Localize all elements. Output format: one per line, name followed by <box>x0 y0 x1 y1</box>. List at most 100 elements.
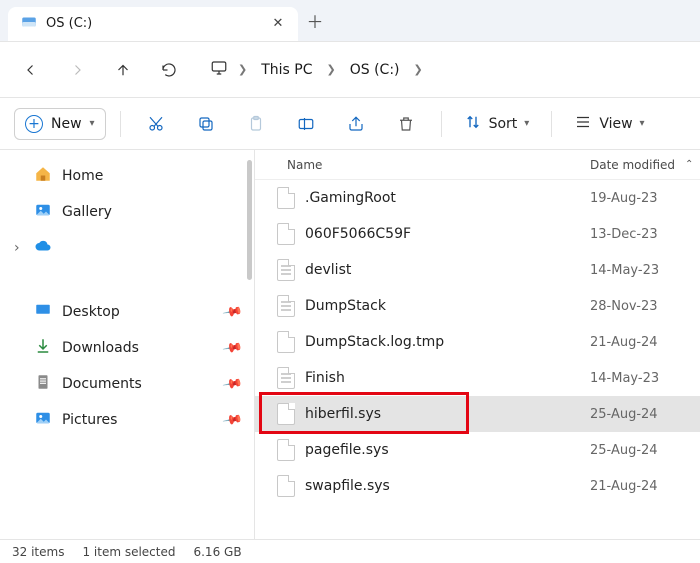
share-button[interactable] <box>335 106 377 142</box>
chevron-right-icon: ❯ <box>323 63 340 76</box>
file-name: DumpStack <box>305 298 386 314</box>
file-row[interactable]: swapfile.sys21-Aug-24 <box>255 468 700 504</box>
sidebar-item-label: Desktop <box>62 304 120 320</box>
sort-icon <box>464 113 482 135</box>
chevron-down-icon: ▾ <box>640 118 645 129</box>
cut-button[interactable] <box>135 106 177 142</box>
file-row[interactable]: 060F5066C59F 13-Dec-23 <box>255 216 700 252</box>
paste-button[interactable] <box>235 106 277 142</box>
delete-button[interactable] <box>385 106 427 142</box>
breadcrumb-current[interactable]: OS (C:) <box>346 58 404 82</box>
file-row[interactable]: hiberfil.sys25-Aug-24 <box>255 396 700 432</box>
sidebar-item-label: Gallery <box>62 204 112 220</box>
desktop-icon <box>34 301 52 323</box>
file-icon <box>277 403 295 425</box>
pictures-icon <box>34 409 52 431</box>
downloads-icon <box>34 337 52 359</box>
sidebar-item-home[interactable]: Home <box>0 158 254 194</box>
column-name[interactable]: Name <box>287 158 322 172</box>
file-date: 25-Aug-24 <box>590 443 700 458</box>
file-date: 13-Dec-23 <box>590 227 700 242</box>
pin-icon: 📌 <box>221 409 243 431</box>
separator <box>120 111 121 137</box>
pin-icon: 📌 <box>221 301 243 323</box>
toolbar: + New ▾ Sort ▾ View ▾ <box>0 98 700 150</box>
drive-icon <box>20 13 38 35</box>
sidebar-item-desktop[interactable]: Desktop 📌 <box>0 294 254 330</box>
status-size: 6.16 GB <box>193 545 241 559</box>
file-icon <box>277 259 295 281</box>
file-date: 21-Aug-24 <box>590 335 700 350</box>
file-date: 19-Aug-23 <box>590 191 700 206</box>
new-label: New <box>51 116 82 132</box>
file-row[interactable]: devlist14-May-23 <box>255 252 700 288</box>
new-button[interactable]: + New ▾ <box>14 108 106 140</box>
file-icon <box>277 295 295 317</box>
status-selection: 1 item selected <box>82 545 175 559</box>
column-headers[interactable]: Name ⌃ Date modified <box>255 150 700 180</box>
chevron-right-icon: ❯ <box>234 63 251 76</box>
file-row[interactable]: Finish 14-May-23 <box>255 360 700 396</box>
tab-title: OS (C:) <box>46 16 262 31</box>
sidebar-item-pictures[interactable]: Pictures 📌 <box>0 402 254 438</box>
sidebar-item-documents[interactable]: Documents 📌 <box>0 366 254 402</box>
back-button[interactable] <box>10 52 52 88</box>
sidebar-item-gallery[interactable]: Gallery <box>0 194 254 230</box>
chevron-down-icon: ▾ <box>524 118 529 129</box>
sidebar-item-onedrive[interactable] <box>0 230 254 266</box>
chevron-right-icon: ❯ <box>410 63 427 76</box>
forward-button[interactable] <box>56 52 98 88</box>
sidebar-item-label: Documents <box>62 376 142 392</box>
sort-button[interactable]: Sort ▾ <box>456 107 538 141</box>
pin-icon: 📌 <box>221 337 243 359</box>
sidebar-item-label: Downloads <box>62 340 139 356</box>
sidebar-item-label: Pictures <box>62 412 117 428</box>
refresh-button[interactable] <box>148 52 190 88</box>
file-icon <box>277 367 295 389</box>
file-date: 14-May-23 <box>590 263 700 278</box>
sidebar-item-label: Home <box>62 168 103 184</box>
file-row[interactable]: DumpStack 28-Nov-23 <box>255 288 700 324</box>
close-tab-button[interactable]: ✕ <box>270 16 286 31</box>
sort-indicator-icon: ⌃ <box>685 159 693 170</box>
sidebar-item-downloads[interactable]: Downloads 📌 <box>0 330 254 366</box>
sidebar: Home Gallery Desktop 📌 Downloads 📌 Docum… <box>0 150 255 539</box>
documents-icon <box>34 373 52 395</box>
file-date: 28-Nov-23 <box>590 299 700 314</box>
rename-button[interactable] <box>285 106 327 142</box>
copy-button[interactable] <box>185 106 227 142</box>
file-name: .GamingRoot <box>305 190 396 206</box>
new-tab-button[interactable]: ＋ <box>298 8 332 33</box>
plus-icon: + <box>25 115 43 133</box>
nav-bar: ❯ This PC ❯ OS (C:) ❯ <box>0 42 700 98</box>
file-name: 060F5066C59F <box>305 226 411 242</box>
column-date[interactable]: Date modified <box>590 158 700 172</box>
gallery-icon <box>34 201 52 223</box>
file-row[interactable]: DumpStack.log.tmp 21-Aug-24 <box>255 324 700 360</box>
breadcrumb[interactable]: ❯ This PC ❯ OS (C:) ❯ <box>210 58 427 82</box>
view-button[interactable]: View ▾ <box>566 107 652 141</box>
sort-label: Sort <box>489 116 518 132</box>
pin-icon: 📌 <box>221 373 243 395</box>
breadcrumb-this-pc[interactable]: This PC <box>257 58 316 82</box>
monitor-icon <box>210 59 228 81</box>
file-name: DumpStack.log.tmp <box>305 334 444 350</box>
up-button[interactable] <box>102 52 144 88</box>
separator <box>551 111 552 137</box>
file-icon <box>277 331 295 353</box>
file-date: 14-May-23 <box>590 371 700 386</box>
file-name: Finish <box>305 370 345 386</box>
file-row[interactable]: .GamingRoot 19-Aug-23 <box>255 180 700 216</box>
chevron-down-icon: ▾ <box>90 118 95 129</box>
file-date: 21-Aug-24 <box>590 479 700 494</box>
file-row[interactable]: pagefile.sys25-Aug-24 <box>255 432 700 468</box>
file-list: Name ⌃ Date modified .GamingRoot 19-Aug-2… <box>255 150 700 539</box>
status-bar: 32 items 1 item selected 6.16 GB <box>0 539 700 563</box>
active-tab[interactable]: OS (C:) ✕ <box>8 7 298 41</box>
view-icon <box>574 113 592 135</box>
file-icon <box>277 187 295 209</box>
file-icon <box>277 223 295 245</box>
file-icon <box>277 475 295 497</box>
status-count: 32 items <box>12 545 64 559</box>
file-date: 25-Aug-24 <box>590 407 700 422</box>
